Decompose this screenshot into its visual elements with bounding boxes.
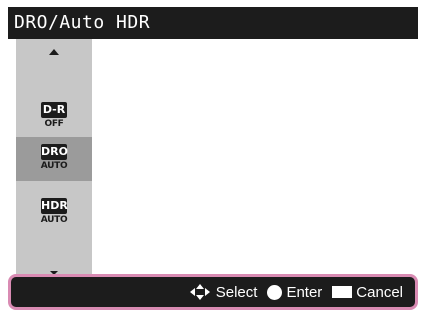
- select-label: Select: [215, 283, 258, 301]
- cancel-label: Cancel: [356, 283, 403, 301]
- option-dro-off[interactable]: D-R OFF: [16, 95, 92, 139]
- option-hdr-auto[interactable]: HDR AUTO: [16, 191, 92, 235]
- option-list: D-R OFF DRO AUTO HDR AUTO: [16, 39, 92, 279]
- camera-menu-screen: DRO/Auto HDR D-R OFF DRO AUTO HDR AUTO S…: [8, 7, 418, 312]
- dro-auto-icon: DRO AUTO: [40, 144, 68, 174]
- button-guide: Select Enter Cancel: [188, 277, 403, 307]
- content-area: [92, 39, 418, 279]
- dro-auto-icon-top: DRO: [41, 144, 68, 160]
- dpad-icon: [189, 284, 210, 300]
- button-guide-bar: Select Enter Cancel: [8, 274, 418, 310]
- hdr-auto-icon-bottom: AUTO: [40, 215, 68, 225]
- cancel-button-icon: [332, 286, 353, 298]
- dro-off-icon: D-R OFF: [40, 102, 68, 132]
- hdr-auto-icon-top: HDR: [41, 198, 68, 214]
- dro-off-icon-top: D-R: [41, 102, 67, 118]
- enter-button-icon: [267, 284, 283, 300]
- menu-title: DRO/Auto HDR: [8, 7, 418, 39]
- option-dro-auto[interactable]: DRO AUTO: [16, 137, 92, 181]
- enter-label: Enter: [286, 283, 323, 301]
- hdr-auto-icon: HDR AUTO: [40, 198, 68, 228]
- triangle-up-icon: [49, 49, 59, 55]
- dro-off-icon-bottom: OFF: [44, 119, 64, 129]
- dro-auto-icon-bottom: AUTO: [40, 161, 68, 171]
- scroll-up-icon[interactable]: [16, 45, 92, 59]
